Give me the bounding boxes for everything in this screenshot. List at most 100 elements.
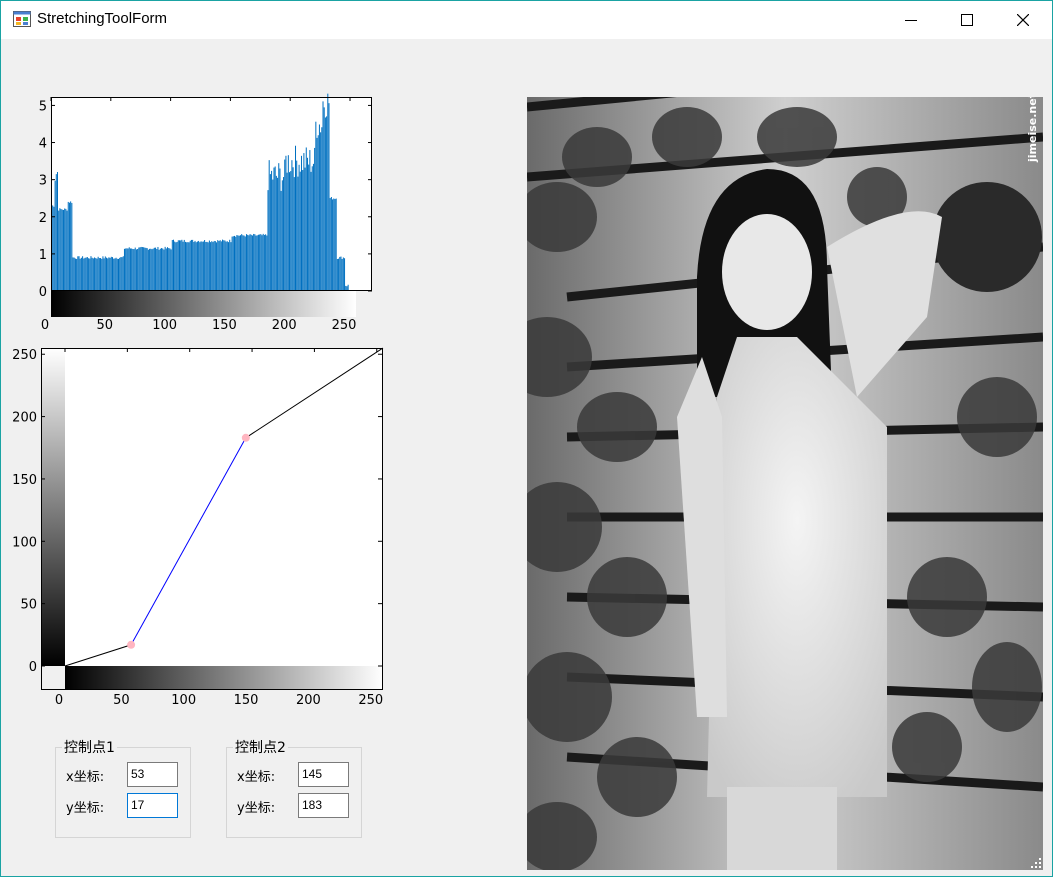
histogram-bar xyxy=(186,242,188,291)
histogram-bar xyxy=(328,103,330,291)
control-point-2-x-label: x坐标: xyxy=(237,770,276,785)
histogram-bar xyxy=(236,235,238,291)
histogram-bar xyxy=(161,248,163,291)
resize-grip-icon[interactable] xyxy=(1031,858,1041,868)
histogram-bar xyxy=(173,239,175,291)
control-point-1-y-input[interactable]: 17 xyxy=(127,793,178,818)
histogram-bar xyxy=(103,258,105,291)
control-point-2-x-input[interactable]: 145 xyxy=(298,762,349,787)
curve-x-tick-label: 250 xyxy=(358,693,383,708)
histogram-bar xyxy=(138,247,140,291)
histogram-x-tick-label: 0 xyxy=(41,318,49,333)
histogram-bar xyxy=(213,240,215,291)
histogram-bar xyxy=(146,248,148,291)
histogram-bar xyxy=(298,164,300,291)
histogram-bar xyxy=(283,177,285,291)
histogram-bar xyxy=(89,258,91,291)
histogram-bar xyxy=(164,246,166,291)
histogram-bar xyxy=(163,249,165,291)
histogram-bar xyxy=(311,166,313,291)
histogram-bar xyxy=(214,241,216,291)
histogram-bar xyxy=(59,208,61,291)
histogram-bar xyxy=(341,258,343,291)
curve-x-tick-label: 50 xyxy=(113,693,130,708)
histogram-bar xyxy=(132,249,134,291)
histogram-bar xyxy=(169,248,171,291)
control-point-handle[interactable] xyxy=(241,433,250,442)
maximize-button[interactable] xyxy=(939,1,995,39)
minimize-button[interactable] xyxy=(883,1,939,39)
histogram-bar xyxy=(71,202,73,291)
control-point-handle[interactable] xyxy=(127,640,136,649)
histogram-bar xyxy=(218,241,220,291)
histogram-bar xyxy=(127,248,129,291)
histogram-bar xyxy=(217,240,219,291)
histogram-bar xyxy=(58,210,60,291)
histogram-bar xyxy=(274,166,276,291)
histogram-bar xyxy=(53,206,55,291)
histogram-bar xyxy=(101,258,103,291)
histogram-y-tick-label: 0 xyxy=(39,285,47,300)
histogram-bar xyxy=(299,171,301,291)
histogram-bar xyxy=(177,240,179,291)
control-point-1-y-label: y坐标: xyxy=(66,801,105,816)
curve-y-tick-label: 100 xyxy=(12,535,37,550)
histogram-bar xyxy=(129,248,131,291)
curve-plot[interactable]: 0 50 100 150 200 250 0 50 100 150 200 250 xyxy=(1,341,401,711)
histogram-bar xyxy=(98,258,100,291)
stretch-curve-chart: 0 50 100 150 200 250 0 50 100 150 200 250 xyxy=(1,341,401,711)
histogram-bar xyxy=(334,199,336,291)
histogram-bar xyxy=(314,147,316,291)
histogram-bar xyxy=(237,235,239,291)
histogram-bar xyxy=(193,241,195,291)
histogram-bar xyxy=(70,201,72,291)
histogram-bar xyxy=(285,155,287,291)
histogram-bar xyxy=(92,258,94,291)
histogram-bar xyxy=(295,145,297,291)
face-shape xyxy=(722,214,812,330)
histogram-bar xyxy=(122,256,124,291)
histogram-bar xyxy=(110,256,112,291)
histogram-bar xyxy=(68,202,70,291)
histogram-bar xyxy=(133,249,135,291)
histogram-bar xyxy=(330,197,332,291)
histogram-bar xyxy=(170,249,172,291)
curve-gray-gradient-horizontal xyxy=(65,666,383,690)
histogram-bar xyxy=(77,256,79,291)
histogram-bar xyxy=(54,180,56,291)
histogram-bar xyxy=(207,242,209,291)
histogram-bar xyxy=(176,241,178,291)
histogram-bar xyxy=(256,235,258,291)
histogram-bar xyxy=(79,258,81,291)
histogram-bar xyxy=(232,236,234,291)
curve-gray-gradient-vertical xyxy=(41,348,65,666)
histogram-x-tick-label: 200 xyxy=(272,318,297,333)
histogram-bar xyxy=(145,247,147,291)
histogram-bar xyxy=(251,235,253,291)
histogram-bar xyxy=(320,132,322,291)
histogram-segment xyxy=(72,256,124,291)
histogram-bar xyxy=(242,235,244,291)
histogram-bar xyxy=(230,242,232,291)
control-point-2-group: 控制点2 x坐标: 145 y坐标: 183 xyxy=(226,737,362,838)
control-point-2-y-input[interactable]: 183 xyxy=(298,793,349,818)
control-point-1-x-input[interactable]: 53 xyxy=(127,762,178,787)
histogram-bar xyxy=(286,172,288,291)
histogram-bar xyxy=(157,246,159,291)
histogram-bar xyxy=(277,177,279,291)
histogram-y-tick-label: 1 xyxy=(39,248,47,263)
histogram-bar xyxy=(83,258,85,291)
histogram-bar xyxy=(123,248,125,291)
close-button[interactable] xyxy=(995,1,1051,39)
histogram-bar xyxy=(253,233,255,291)
histogram-bar xyxy=(76,258,78,291)
histogram-bar xyxy=(308,164,310,291)
histogram-bar xyxy=(195,242,197,291)
histogram-bar xyxy=(65,208,67,291)
histogram-bar xyxy=(201,241,203,291)
histogram-bar xyxy=(73,257,75,291)
histogram-bar xyxy=(187,242,189,291)
title-bar[interactable]: StretchingToolForm xyxy=(1,1,1052,39)
histogram-bar xyxy=(281,180,283,291)
close-icon xyxy=(1017,14,1029,26)
